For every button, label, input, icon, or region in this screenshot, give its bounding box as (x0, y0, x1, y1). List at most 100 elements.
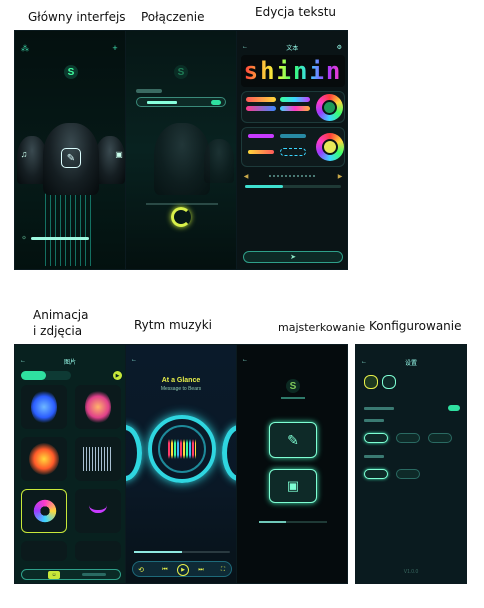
gallery-item-wave[interactable] (75, 437, 121, 481)
option-button-1-active[interactable] (364, 433, 388, 443)
player-controls: ⟲ ⏮ ▶ ⏭ ⛶ (132, 561, 232, 577)
status-bar (241, 33, 343, 41)
playback-progress-fill (134, 551, 182, 553)
color-panel-bottom (241, 127, 345, 167)
caption-animation-line1: Animacja (33, 308, 89, 322)
gallery-item-empty-1[interactable] (21, 541, 67, 561)
status-bar (19, 347, 121, 355)
gradient-swatch-4[interactable] (280, 106, 310, 111)
style-swatch-4[interactable] (280, 148, 306, 156)
gradient-swatch-3[interactable] (246, 106, 276, 111)
color-wheel-2[interactable] (316, 133, 344, 161)
camera-button[interactable]: ▣ (269, 469, 317, 503)
back-arrow-icon[interactable]: ← (20, 358, 26, 364)
style-swatch-3[interactable] (248, 150, 274, 154)
connect-toggle[interactable] (211, 100, 221, 105)
setting-toggle[interactable] (448, 405, 460, 411)
caption-connection: Połączenie (141, 10, 205, 24)
mask-icon[interactable]: ✎ (61, 148, 81, 168)
draw-icon: ✎ (287, 431, 299, 448)
speed-right-arrow-icon[interactable]: ▶ (337, 173, 343, 180)
app-logo-icon: S (174, 65, 188, 79)
gradient-swatch-2[interactable] (280, 97, 310, 102)
speed-slider[interactable] (245, 185, 341, 188)
sun-icon: ☼ (21, 235, 27, 241)
track-artist: Message to Bears (160, 386, 202, 392)
gallery-item-smile[interactable] (75, 489, 121, 533)
screen-diy: ← S ✎ ▣ (236, 344, 348, 584)
device-label (136, 89, 162, 93)
setting-label-2 (364, 419, 384, 422)
option-button-3[interactable] (428, 433, 452, 443)
track-title: At a Glance (161, 377, 201, 384)
diy-button[interactable] (82, 573, 106, 576)
caption-diy: majsterkowanie (278, 321, 366, 334)
top-bar: ← 图片 (15, 356, 125, 366)
tab-photo[interactable] (46, 371, 71, 380)
play-pause-icon[interactable]: ▶ (177, 564, 189, 576)
speed-slider-fill (245, 185, 284, 188)
back-arrow-icon[interactable]: ← (131, 357, 137, 363)
app-logo-icon: S (64, 65, 78, 79)
top-bar: ← 文本 ⚙ (237, 42, 347, 52)
mode-button-active[interactable] (364, 375, 378, 389)
loop-icon[interactable]: ⟲ (137, 566, 145, 574)
add-icon[interactable]: + (111, 43, 119, 53)
refresh-icon[interactable] (171, 207, 191, 227)
gallery-item-blue-mask[interactable] (21, 385, 67, 429)
mask-select-icon[interactable]: ☺ (48, 571, 60, 579)
status-bar (130, 347, 232, 355)
side-ring-right (222, 425, 236, 481)
screen-connection: S (125, 30, 237, 270)
brightness-slider[interactable] (31, 237, 89, 240)
brightness-slider-fill (31, 237, 89, 240)
option-button-4-active[interactable] (364, 469, 388, 479)
hooded-figure-right (204, 139, 234, 183)
hooded-figure-center (154, 123, 210, 195)
speed-left-arrow-icon[interactable]: ◀ (243, 173, 249, 180)
caption-music-rhythm: Rytm muzyki (134, 318, 212, 332)
settings-icon[interactable]: ⚙ (337, 44, 342, 51)
style-swatch-2[interactable] (280, 134, 306, 138)
option-button-2[interactable] (396, 433, 420, 443)
send-button[interactable]: ➤ (243, 251, 343, 263)
page-indicator (259, 521, 327, 523)
screen-text-edit: ← 文本 ⚙ shinin ◀ ▶ ➤ (236, 30, 348, 270)
back-arrow-icon[interactable]: ← (361, 359, 367, 365)
draw-pixel-button[interactable]: ✎ (269, 422, 317, 458)
screen-animation: ← 图片 ▶ ☺ (14, 344, 126, 584)
side-ring-left (126, 425, 142, 481)
gallery-item-red-mask[interactable] (75, 385, 121, 429)
preview-text: shinin (243, 57, 343, 85)
gallery-item-fire-face[interactable] (21, 437, 67, 481)
gradient-swatch-1[interactable] (246, 97, 276, 102)
color-panel-top (241, 91, 345, 123)
back-arrow-icon[interactable]: ← (242, 357, 248, 363)
menu-icon[interactable]: ⁂ (21, 44, 29, 53)
option-button-5[interactable] (396, 469, 420, 479)
play-icon[interactable]: ▶ (113, 371, 122, 380)
setting-label-1 (364, 407, 394, 410)
tab-animation[interactable] (21, 371, 46, 380)
status-bar (130, 33, 232, 41)
top-bar: ← 设置 (356, 357, 466, 367)
fullscreen-icon[interactable]: ⛶ (219, 566, 227, 574)
send-icon: ➤ (290, 254, 296, 261)
page-title: 设置 (404, 360, 417, 367)
logo-underline (281, 397, 305, 399)
playback-progress[interactable] (134, 551, 230, 553)
previous-icon[interactable]: ⏮ (161, 566, 169, 574)
color-wheel-1[interactable] (316, 94, 343, 121)
screen-config: ← 设置 V1.0.0 (355, 344, 467, 584)
mode-button[interactable] (382, 375, 396, 389)
next-icon[interactable]: ⏭ (197, 566, 205, 574)
style-swatch-1[interactable] (248, 134, 274, 138)
back-arrow-icon[interactable]: ← (242, 44, 248, 50)
camera-icon: ▣ (286, 478, 300, 493)
gallery-item-empty-2[interactable] (75, 541, 121, 561)
hooded-figure-right (95, 136, 125, 184)
gallery-item-mandala[interactable] (21, 489, 67, 533)
device-row[interactable] (136, 97, 226, 107)
page-title: 图片 (63, 359, 76, 366)
music-note-icon: ♫ (20, 149, 28, 159)
